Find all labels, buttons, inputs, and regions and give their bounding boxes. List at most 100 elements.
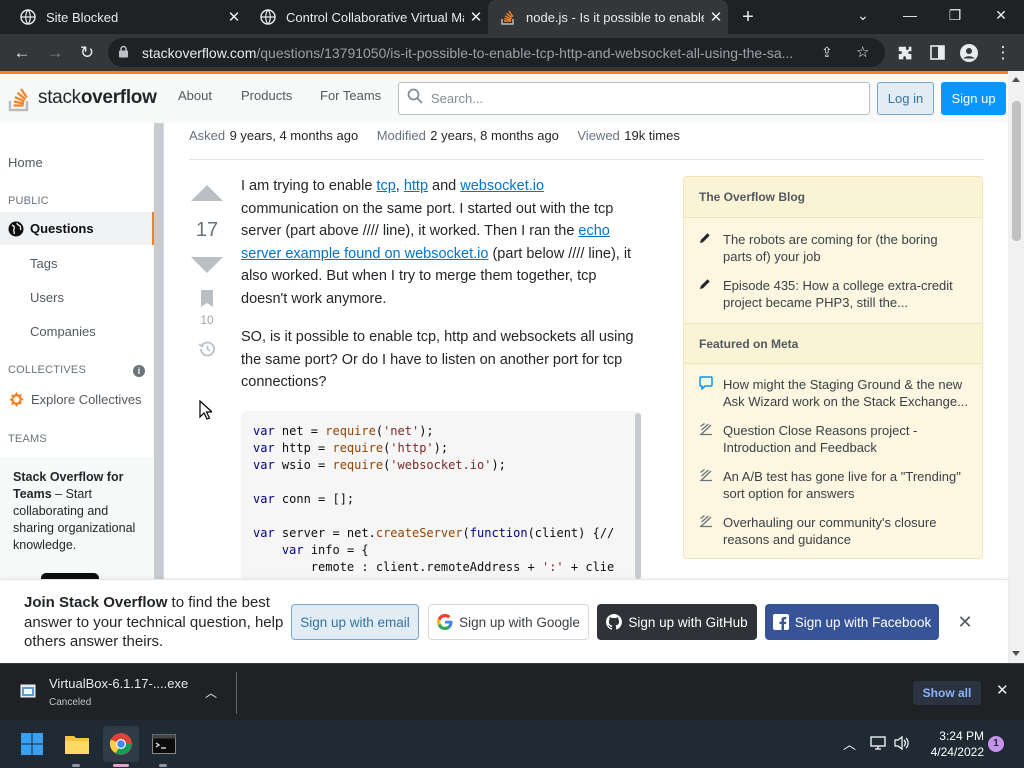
link-websocket-io[interactable]: websocket.io [460, 178, 544, 194]
restore-icon[interactable]: ❐ [932, 0, 978, 30]
tab-search-chevron-icon[interactable]: ⌄ [840, 0, 886, 30]
close-window-icon[interactable]: ✕ [978, 0, 1024, 30]
extensions-icon[interactable] [890, 34, 920, 71]
signup-facebook-label: Sign up with Facebook [794, 614, 932, 630]
download-bar: VirtualBox-6.1.17-....exe Canceled ︿ Sho… [0, 663, 1024, 720]
sidebar-item-tags[interactable]: Tags [30, 256, 57, 271]
collectives-icon [8, 391, 25, 408]
network-icon[interactable] [869, 735, 887, 756]
search-input[interactable] [431, 91, 851, 106]
stackoverflow-logo[interactable]: stackoverflow [8, 82, 157, 114]
back-icon[interactable]: ← [7, 34, 37, 71]
blog-item[interactable]: The robots are coming for (the boring pa… [699, 231, 969, 265]
code-token: wsio = [274, 458, 333, 472]
clock[interactable]: 3:24 PM 4/24/2022 [920, 728, 984, 760]
nav-products[interactable]: Products [241, 88, 292, 103]
signup-header-button[interactable]: Sign up [941, 82, 1006, 115]
scroll-up-icon[interactable] [1012, 77, 1020, 82]
code-token: ':' [541, 560, 564, 574]
stack-exchange-icon [699, 468, 723, 502]
left-sidebar: Home PUBLIC Questions Tags Users Compani… [0, 123, 164, 583]
profile-icon[interactable] [954, 34, 984, 71]
sidebar-scrollbar[interactable] [154, 123, 163, 579]
clock-time: 3:24 PM [939, 729, 984, 743]
signup-banner-bold: Join Stack Overflow [24, 594, 168, 611]
tab-stackoverflow[interactable]: node.js - Is it possible to enable t ✕ [488, 0, 728, 34]
sidebar-item-users[interactable]: Users [30, 290, 64, 305]
code-token: 'websocket.io' [390, 458, 492, 472]
minimize-icon[interactable]: — [887, 0, 933, 30]
info-icon[interactable]: i [133, 365, 145, 377]
sidebar-item-companies[interactable]: Companies [30, 324, 96, 339]
code-scrollbar[interactable] [635, 413, 641, 579]
link-http[interactable]: http [404, 178, 428, 194]
code-token: require [325, 424, 376, 438]
bookmark-count: 10 [200, 313, 214, 327]
address-bar[interactable]: stackoverflow.com/questions/13791050/is-… [108, 38, 885, 67]
nav-about[interactable]: About [178, 88, 212, 103]
chrome-icon[interactable] [103, 726, 139, 762]
code-token: remote : client.remoteAddress + [253, 560, 542, 574]
browser-menu-icon[interactable]: ⋮ [988, 34, 1018, 71]
upvote-icon[interactable] [191, 185, 223, 201]
code-token: ( [462, 526, 470, 540]
installer-file-icon [20, 684, 36, 703]
sidebar-item-explore-collectives[interactable]: Explore Collectives [8, 391, 142, 408]
meta-item[interactable]: Question Close Reasons project - Introdu… [699, 422, 969, 456]
close-tab-icon[interactable]: ✕ [222, 8, 246, 26]
bookmark-star-icon[interactable]: ☆ [856, 43, 869, 61]
nav-for-teams[interactable]: For Teams [320, 88, 381, 103]
file-explorer-icon[interactable] [59, 726, 95, 762]
url-path: /questions/13791050/is-it-possible-to-en… [256, 44, 794, 61]
link-tcp[interactable]: tcp [376, 178, 395, 194]
windows-start-icon[interactable] [14, 726, 50, 762]
meta-item[interactable]: Overhauling our community's closure reas… [699, 514, 969, 548]
code-block[interactable]: var net = require('net'); var http = req… [241, 411, 641, 579]
close-download-bar-icon[interactable]: ✕ [996, 681, 1009, 699]
logo-text-light: stack [38, 87, 81, 108]
sidebar-item-home[interactable]: Home [8, 155, 43, 170]
new-tab-icon[interactable]: + [736, 5, 760, 29]
page-scrollbar[interactable] [1008, 71, 1024, 663]
blog-item-text: Episode 435: How a college extra-credit … [723, 278, 953, 310]
meta-item[interactable]: An A/B test has gone live for a "Trendin… [699, 468, 969, 502]
scrollbar-thumb[interactable] [1012, 101, 1021, 241]
notification-badge[interactable]: 1 [988, 736, 1004, 752]
signup-github-button[interactable]: Sign up with GitHub [597, 604, 757, 640]
terminal-icon[interactable] [146, 726, 182, 762]
code-token: var [253, 492, 275, 506]
signup-google-button[interactable]: Sign up with Google [428, 604, 589, 640]
tab-site-blocked[interactable]: Site Blocked ✕ [0, 0, 246, 34]
sidebar-item-questions[interactable]: Questions [0, 212, 155, 245]
github-icon [606, 614, 623, 630]
chevron-up-icon[interactable]: ︿ [205, 684, 217, 701]
search-box[interactable] [398, 82, 870, 115]
volume-icon[interactable] [893, 735, 911, 756]
tab-control-collaborative[interactable]: Control Collaborative Virtual Mac ✕ [246, 0, 488, 34]
signup-email-button[interactable]: Sign up with email [291, 604, 419, 640]
share-icon[interactable]: ⇪ [821, 44, 833, 61]
blog-item[interactable]: Episode 435: How a college extra-credit … [699, 277, 969, 311]
code-token: (client) {// [527, 526, 615, 540]
question-paragraph-2: SO, is it possible to enable tcp, http a… [241, 329, 634, 390]
scroll-down-icon[interactable] [1012, 651, 1020, 656]
close-tab-icon[interactable]: ✕ [704, 8, 728, 26]
meta-item[interactable]: How might the Staging Ground & the new A… [699, 376, 969, 410]
login-button[interactable]: Log in [877, 82, 934, 115]
meta-item-text: Question Close Reasons project - Introdu… [723, 423, 918, 455]
close-tab-icon[interactable]: ✕ [464, 8, 488, 26]
forward-icon[interactable]: → [40, 34, 70, 71]
signup-facebook-button[interactable]: Sign up with Facebook [765, 604, 939, 640]
meta-item-text: Overhauling our community's closure reas… [723, 515, 937, 547]
history-icon[interactable] [197, 339, 217, 364]
downvote-icon[interactable] [191, 257, 223, 273]
show-all-button[interactable]: Show all [913, 681, 981, 705]
modified-value[interactable]: 2 years, 8 months ago [430, 128, 559, 143]
reload-icon[interactable]: ↻ [72, 34, 102, 71]
meta-heading: Featured on Meta [684, 323, 982, 364]
bookmark-icon[interactable] [201, 290, 213, 312]
close-banner-icon[interactable]: ✕ [955, 612, 975, 632]
tray-chevron-up-icon[interactable]: ︿ [843, 734, 856, 753]
side-panel-icon[interactable] [922, 34, 952, 71]
download-filename[interactable]: VirtualBox-6.1.17-....exe [49, 676, 188, 691]
